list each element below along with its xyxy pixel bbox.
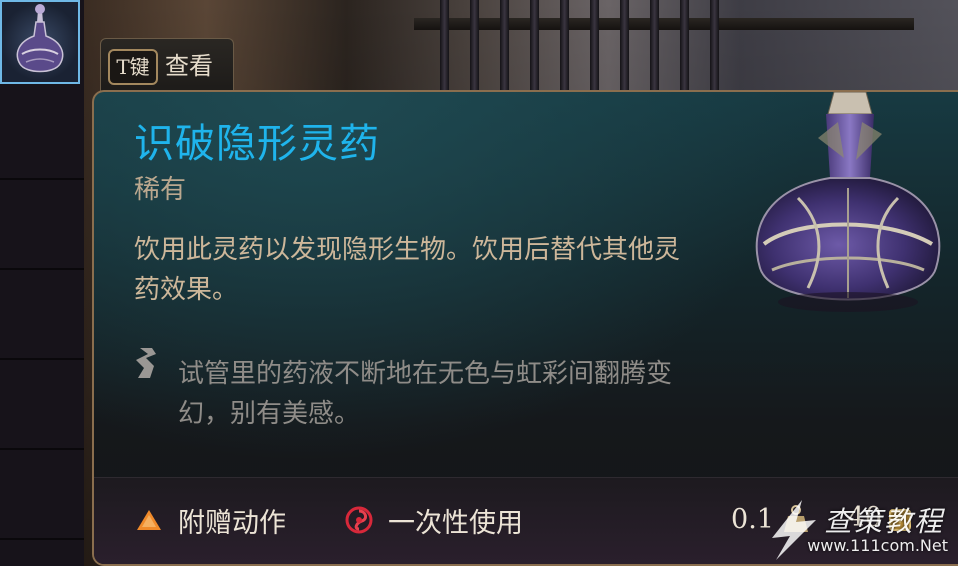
- item-name: 识破隐形灵药: [134, 121, 380, 167]
- potion-bottle-icon: [755, 92, 941, 312]
- action-type-label: 附赠动作: [178, 507, 286, 539]
- item-description: 饮用此灵药以发现隐形生物。饮用后替代其他灵药效果。: [134, 235, 681, 305]
- inspect-hint-tab[interactable]: T键 查看: [100, 38, 234, 92]
- game-screen: T键 查看 识破隐形灵药 稀有 饮用此灵药以发现隐形生物。饮用后替代其他灵药效果…: [0, 0, 958, 566]
- t-key-cap: T键: [108, 49, 158, 85]
- inspect-label: 查看: [165, 52, 213, 80]
- scroll-quote-icon: [136, 348, 156, 378]
- watermark-site: www.111com.Net: [807, 536, 948, 555]
- item-tooltip: 识破隐形灵药 稀有 饮用此灵药以发现隐形生物。饮用后替代其他灵药效果。 试管里的…: [92, 90, 958, 566]
- bonus-action-triangle-icon: [137, 510, 161, 530]
- usage-label: 一次性使用: [388, 507, 523, 539]
- usage-type: 一次性使用: [344, 500, 523, 540]
- site-watermark: 查策教程 www.111com.Net: [764, 498, 954, 562]
- watermark-brand: 查策教程: [823, 505, 944, 538]
- single-use-swirl-icon: [345, 506, 373, 534]
- inventory-column: [0, 0, 84, 566]
- inventory-slot-selected[interactable]: [0, 0, 80, 84]
- item-flavor-text: 试管里的药液不断地在无色与虹彩间翻腾变幻，别有美感。: [178, 359, 673, 429]
- item-rarity: 稀有: [134, 175, 187, 205]
- potion-thumbnail-icon: [16, 4, 64, 73]
- action-type: 附赠动作: [134, 500, 286, 540]
